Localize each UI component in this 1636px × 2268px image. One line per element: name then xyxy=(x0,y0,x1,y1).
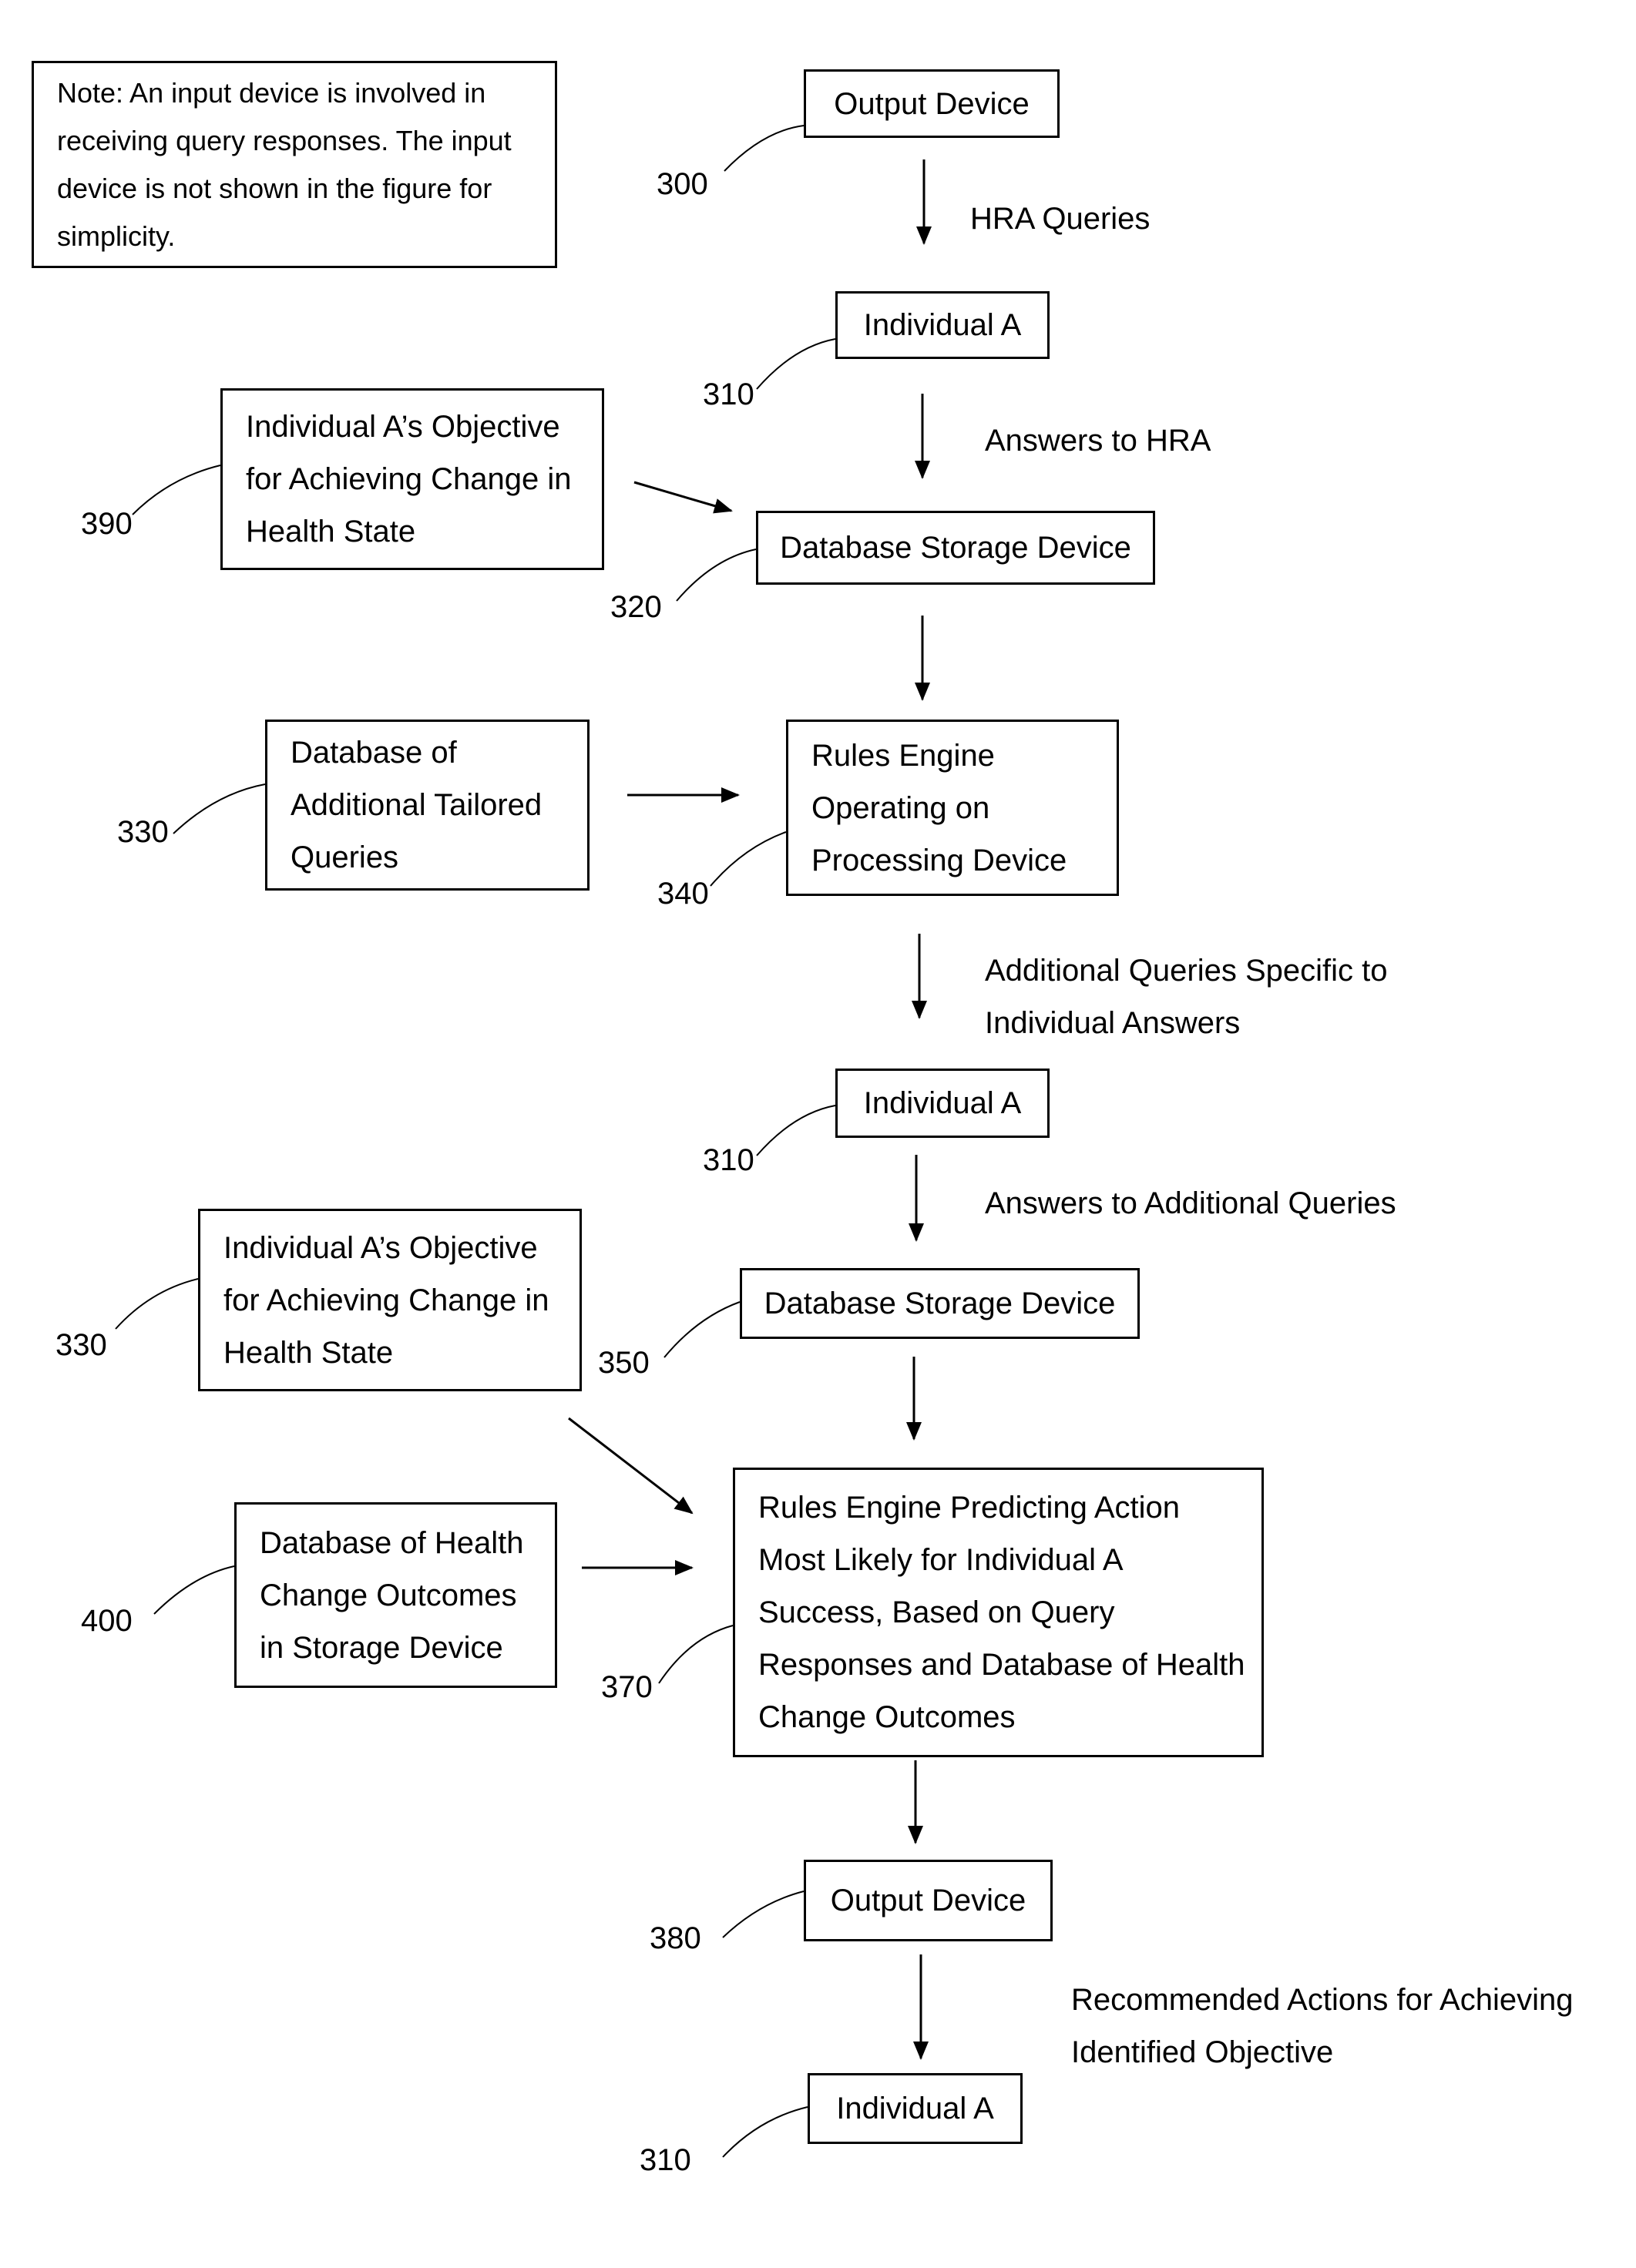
node-objective-390: Individual A’s Objective for Achieving C… xyxy=(220,388,604,570)
node-label-line: Individual A’s Objective xyxy=(223,1230,538,1265)
node-label: Database Storage Device xyxy=(780,531,1131,565)
edge-label-line: Recommended Actions for Achieving xyxy=(1071,1983,1574,2017)
node-db-storage-320: Database Storage Device xyxy=(756,511,1155,585)
node-label-line: Responses and Database of Health xyxy=(758,1648,1245,1682)
leader-320 xyxy=(676,549,757,602)
edge-label-hra-queries: HRA Queries xyxy=(970,202,1151,236)
node-label-line: Most Likely for Individual A xyxy=(758,1543,1124,1577)
node-db-storage-350: Database Storage Device xyxy=(740,1268,1140,1339)
leader-340 xyxy=(710,831,787,887)
ref-label-320: 320 xyxy=(610,590,662,624)
leader-300 xyxy=(724,125,805,172)
node-label-line: Additional Tailored xyxy=(291,788,543,822)
ref-label-310: 310 xyxy=(703,1143,754,1177)
node-label: Database Storage Device xyxy=(764,1287,1116,1320)
edge-label-recommended-actions: Recommended Actions for Achieving Identi… xyxy=(1071,1974,1573,2078)
leader-310-a xyxy=(756,338,836,390)
node-output-device-300: Output Device xyxy=(804,69,1060,138)
node-label-line: for Achieving Change in xyxy=(223,1283,549,1317)
leader-380 xyxy=(722,1891,805,1938)
node-label: Individual A xyxy=(863,308,1022,342)
node-individual-a-2: Individual A xyxy=(835,1069,1050,1138)
note-text: Note: An input device is involved in rec… xyxy=(57,63,547,266)
node-label: Output Device xyxy=(834,86,1030,121)
ref-label-310: 310 xyxy=(703,377,754,411)
ref-label-330: 330 xyxy=(117,815,169,849)
arrow-objective390-to-db320 xyxy=(633,481,733,514)
leader-400 xyxy=(153,1565,235,1615)
node-label-line: Health State xyxy=(246,515,416,549)
ref-label-300: 300 xyxy=(657,167,708,201)
node-db-tailored-330: Database of Additional Tailored Queries xyxy=(265,720,590,891)
ref-label-310: 310 xyxy=(640,2143,691,2177)
note-box: Note: An input device is involved in rec… xyxy=(32,61,557,268)
edge-label-additional-queries: Additional Queries Specific to Individua… xyxy=(985,944,1388,1049)
ref-label-370: 370 xyxy=(601,1670,653,1704)
node-label-line: Success, Based on Query xyxy=(758,1595,1115,1629)
edge-label-answers-to-hra: Answers to HRA xyxy=(985,424,1211,458)
leader-310-b xyxy=(756,1105,836,1156)
node-label-line: in Storage Device xyxy=(260,1630,503,1665)
ref-label-400: 400 xyxy=(81,1604,133,1638)
node-label-line: for Achieving Change in xyxy=(246,462,572,496)
edge-label-line: Individual Answers xyxy=(985,1006,1241,1040)
node-label-line: Queries xyxy=(291,840,399,874)
ref-label-340: 340 xyxy=(657,877,709,911)
note-line: simplicity. xyxy=(57,220,176,252)
edge-label-answers-to-additional: Answers to Additional Queries xyxy=(985,1186,1396,1220)
leader-350 xyxy=(663,1301,741,1358)
note-line: receiving query responses. The input xyxy=(57,124,512,156)
leader-330-a xyxy=(173,783,266,834)
edge-label-line: Identified Objective xyxy=(1071,2035,1334,2069)
node-label: Individual A xyxy=(863,1086,1022,1120)
ref-label-350: 350 xyxy=(598,1346,650,1380)
node-label-line: Change Outcomes xyxy=(260,1578,517,1612)
leader-330-b xyxy=(115,1278,199,1330)
ref-label-390: 390 xyxy=(81,507,133,541)
node-rules-engine-340: Rules Engine Operating on Processing Dev… xyxy=(786,720,1119,896)
node-db-outcomes-400: Database of Health Change Outcomes in St… xyxy=(234,1502,557,1688)
node-output-device-380: Output Device xyxy=(804,1860,1053,1941)
ref-label-380: 380 xyxy=(650,1921,701,1955)
node-label-line: Rules Engine Predicting Action xyxy=(758,1491,1180,1525)
ref-label-330: 330 xyxy=(55,1328,107,1362)
leader-390 xyxy=(132,465,221,515)
note-line: Note: An input device is involved in xyxy=(57,76,486,109)
node-label-line: Database of xyxy=(291,736,457,770)
node-label-line: Health State xyxy=(223,1335,394,1370)
arrow-objective330-to-rules370 xyxy=(568,1417,694,1515)
node-label: Individual A xyxy=(836,2092,994,2125)
node-label-line: Processing Device xyxy=(811,843,1067,877)
node-label-line: Change Outcomes xyxy=(758,1700,1016,1734)
edge-label-line: Additional Queries Specific to xyxy=(985,954,1388,988)
node-label-line: Individual A’s Objective xyxy=(246,410,560,444)
leader-310-c xyxy=(722,2106,808,2158)
node-label-line: Database of Health xyxy=(260,1525,524,1560)
node-individual-a-1: Individual A xyxy=(835,291,1050,359)
node-individual-a-3: Individual A xyxy=(808,2073,1023,2144)
node-label-line: Operating on xyxy=(811,790,990,825)
node-objective-330: Individual A’s Objective for Achieving C… xyxy=(198,1209,582,1391)
node-label-line: Rules Engine xyxy=(811,738,995,773)
note-line: device is not shown in the figure for xyxy=(57,172,492,204)
node-rules-engine-370: Rules Engine Predicting Action Most Like… xyxy=(733,1468,1264,1757)
leader-370 xyxy=(658,1625,734,1684)
node-label: Output Device xyxy=(830,1884,1026,1917)
